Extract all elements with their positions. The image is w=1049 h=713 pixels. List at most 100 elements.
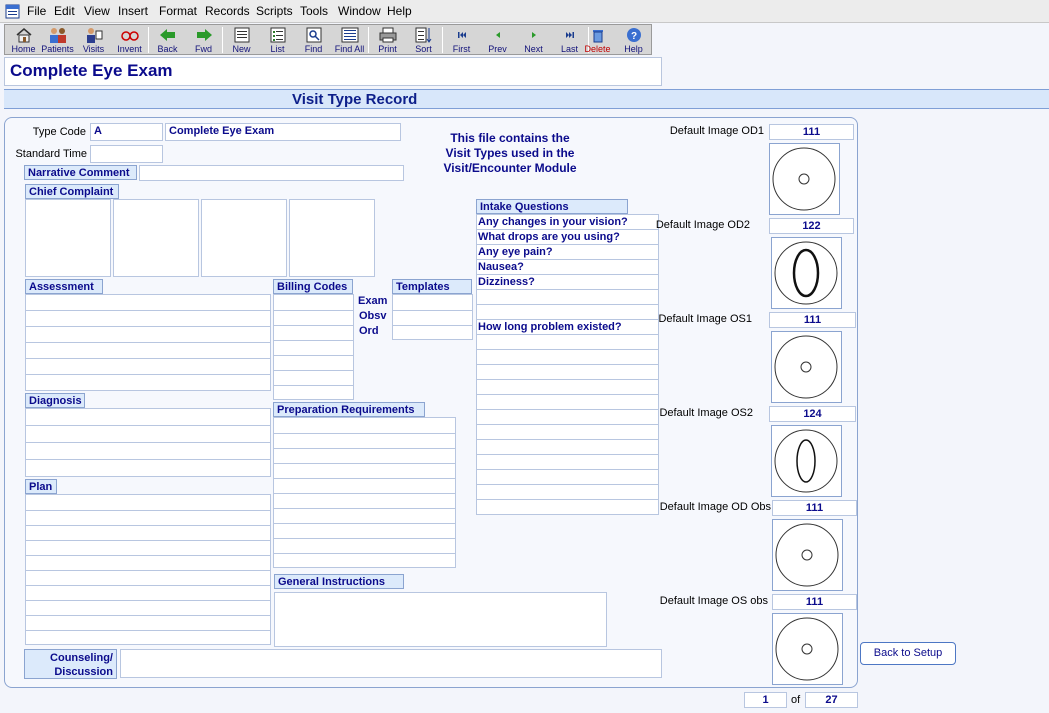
intake-question-10[interactable] <box>477 350 658 365</box>
back-to-setup-button[interactable]: Back to Setup <box>860 642 956 665</box>
eye-diagram-os2-icon <box>774 429 838 493</box>
default-image-os1-label: Default Image OS1 <box>658 313 752 325</box>
default-image-od-obs-field[interactable]: 111 <box>772 500 857 516</box>
default-image-os1[interactable] <box>771 331 842 403</box>
menu-scripts[interactable]: Scripts <box>256 4 293 18</box>
find-button[interactable]: Find <box>296 26 331 54</box>
diagnosis-grid[interactable] <box>25 408 271 477</box>
toolbar: Home Patients Visits Invent Back Fwd New… <box>4 24 652 55</box>
intake-question-15[interactable] <box>477 425 658 440</box>
narrative-comment-field[interactable] <box>139 165 404 181</box>
default-image-od1-label: Default Image OD1 <box>669 125 764 137</box>
print-button[interactable]: Print <box>370 26 405 54</box>
menu-view[interactable]: View <box>84 4 110 18</box>
menu-file[interactable]: File <box>27 4 46 18</box>
intake-question-12[interactable] <box>477 380 658 395</box>
intake-question-4[interactable]: Nausea? <box>477 260 658 275</box>
home-button[interactable]: Home <box>6 26 41 54</box>
help-button[interactable]: ? Help <box>616 26 651 54</box>
default-image-od2[interactable] <box>771 237 842 309</box>
default-image-od1-field[interactable]: 111 <box>769 124 854 140</box>
default-image-os2[interactable] <box>771 425 842 497</box>
prev-button[interactable]: Prev <box>480 26 515 54</box>
counseling-field[interactable] <box>120 649 662 678</box>
arrow-left-icon <box>160 29 175 41</box>
fwd-button[interactable]: Fwd <box>186 26 221 54</box>
intake-question-7[interactable] <box>477 305 658 320</box>
arrow-right-icon <box>197 29 212 41</box>
chief-complaint-field-4[interactable] <box>289 199 375 277</box>
record-number-field[interactable]: 1 <box>744 692 787 708</box>
preparation-grid[interactable] <box>273 417 456 568</box>
intake-questions-grid[interactable]: Any changes in your vision? What drops a… <box>476 214 659 515</box>
templates-label: Templates <box>392 279 472 294</box>
intake-question-20[interactable] <box>477 500 658 515</box>
intake-question-14[interactable] <box>477 410 658 425</box>
eye-diagram-od2-icon <box>774 241 838 305</box>
menu-insert[interactable]: Insert <box>118 4 148 18</box>
intake-question-2[interactable]: What drops are you using? <box>477 230 658 245</box>
patients-button[interactable]: Patients <box>40 26 75 54</box>
diagnosis-label: Diagnosis <box>25 393 85 408</box>
intake-question-19[interactable] <box>477 485 658 500</box>
menu-edit[interactable]: Edit <box>54 4 75 18</box>
list-icon <box>270 27 286 43</box>
default-image-od1[interactable] <box>769 143 840 215</box>
menu-help[interactable]: Help <box>387 4 412 18</box>
plan-grid[interactable] <box>25 494 271 645</box>
type-code-field[interactable]: A <box>90 123 163 141</box>
first-button[interactable]: First <box>444 26 479 54</box>
intake-question-3[interactable]: Any eye pain? <box>477 245 658 260</box>
menu-format[interactable]: Format <box>159 4 197 18</box>
chief-complaint-field-3[interactable] <box>201 199 287 277</box>
intake-question-13[interactable] <box>477 395 658 410</box>
intake-question-16[interactable] <box>477 440 658 455</box>
glasses-icon <box>121 31 139 41</box>
narrative-comment-label: Narrative Comment <box>24 165 137 180</box>
intake-question-9[interactable] <box>477 335 658 350</box>
visits-button[interactable]: Visits <box>76 26 111 54</box>
menu-bar: File Edit View Insert Format Records Scr… <box>0 0 1049 23</box>
find-all-icon <box>341 27 359 43</box>
find-all-button[interactable]: Find All <box>332 26 367 54</box>
back-button[interactable]: Back <box>150 26 185 54</box>
delete-button[interactable]: Delete <box>580 26 615 54</box>
sort-button[interactable]: Sort <box>406 26 441 54</box>
default-image-os-obs-field[interactable]: 111 <box>772 594 857 610</box>
menu-records[interactable]: Records <box>205 4 250 18</box>
intake-question-8[interactable]: How long problem existed? <box>477 320 658 335</box>
billing-codes-grid[interactable] <box>273 294 354 400</box>
intake-question-5[interactable]: Dizziness? <box>477 275 658 290</box>
new-button[interactable]: New <box>224 26 259 54</box>
invent-button[interactable]: Invent <box>112 26 147 54</box>
intake-question-17[interactable] <box>477 455 658 470</box>
assessment-grid[interactable] <box>25 294 271 391</box>
chief-complaint-field-1[interactable] <box>25 199 111 277</box>
trash-icon <box>593 30 603 43</box>
intake-question-18[interactable] <box>477 470 658 485</box>
eye-diagram-os-obs-icon <box>775 617 839 681</box>
menu-window[interactable]: Window <box>338 4 381 18</box>
type-name-field[interactable]: Complete Eye Exam <box>165 123 401 141</box>
default-image-os2-field[interactable]: 124 <box>769 406 856 422</box>
templates-grid[interactable] <box>392 294 473 340</box>
first-record-icon <box>458 32 466 38</box>
menu-tools[interactable]: Tools <box>300 4 328 18</box>
billing-codes-label: Billing Codes <box>273 279 353 294</box>
next-button[interactable]: Next <box>516 26 551 54</box>
default-image-od2-field[interactable]: 122 <box>769 218 854 234</box>
default-image-os-obs[interactable] <box>772 613 843 685</box>
default-image-od-obs[interactable] <box>772 519 843 591</box>
standard-time-field[interactable] <box>90 145 163 163</box>
general-instructions-field[interactable] <box>274 592 607 647</box>
default-image-os1-field[interactable]: 111 <box>769 312 856 328</box>
find-icon <box>306 27 322 43</box>
default-image-os-obs-label: Default Image OS obs <box>659 595 768 607</box>
app-icon <box>5 4 20 19</box>
chief-complaint-field-2[interactable] <box>113 199 199 277</box>
intake-question-1[interactable]: Any changes in your vision? <box>477 215 658 230</box>
intake-question-6[interactable] <box>477 290 658 305</box>
intake-question-11[interactable] <box>477 365 658 380</box>
default-image-os2-label: Default Image OS2 <box>659 407 753 419</box>
list-button[interactable]: List <box>260 26 295 54</box>
